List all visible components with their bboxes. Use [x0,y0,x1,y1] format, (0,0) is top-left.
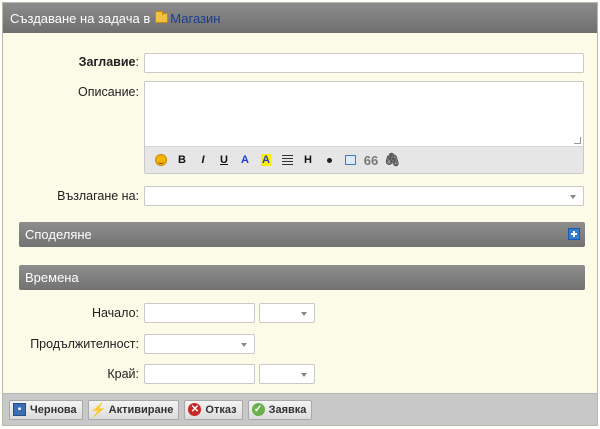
attach-button[interactable]: 🖇 [382,150,402,170]
title-input[interactable] [144,53,584,73]
align-icon [281,155,293,165]
bullet-button[interactable] [319,150,339,170]
heading-button[interactable]: H [298,150,318,170]
align-button[interactable] [277,150,297,170]
end-label: Край: [107,367,139,381]
highlight-glyph: A [261,154,271,166]
chevron-down-icon [301,312,307,316]
request-button-label: Заявка [268,403,307,416]
cancel-button[interactable]: ✕ Отказ [184,399,243,420]
create-task-dialog: Създаване на задача в Магазин Заглавие: … [2,2,598,426]
editor-toolbar: B I U A A H 66 🖇 [145,146,583,173]
floppy-icon: ▪ [13,403,26,416]
start-time-select[interactable] [259,303,315,323]
cancel-button-label: Отказ [205,403,237,416]
end-date-input[interactable] [144,364,255,384]
activate-button[interactable]: ⚡ Активиране [87,399,180,420]
description-textarea[interactable] [145,82,583,146]
times-section-title: Времена [25,270,79,285]
times-section-header: Времена [19,265,585,290]
smiley-icon [155,154,167,166]
expand-icon[interactable] [568,228,580,240]
project-link[interactable]: Магазин [170,11,220,26]
duration-label: Продължителност: [30,337,139,351]
cancel-icon: ✕ [188,403,202,416]
description-editor: B I U A A H 66 🖇 [144,81,584,174]
italic-button[interactable]: I [193,150,213,170]
duration-select[interactable] [144,334,255,354]
request-button[interactable]: ✓ Заявка [247,399,313,420]
sharing-section-header[interactable]: Споделяне [19,222,585,247]
start-date-input[interactable] [144,303,255,323]
folder-icon [155,11,169,23]
check-icon: ✓ [251,403,265,416]
dialog-footer: ▪ Чернова ⚡ Активиране ✕ Отказ ✓ Заявка [3,393,597,425]
emoji-button[interactable] [151,150,171,170]
assign-label: Възлагане на: [57,189,139,203]
start-label: Начало: [91,306,139,320]
dialog-title: Създаване на задача в [10,10,151,26]
chevron-down-icon [241,343,247,347]
code-block-button[interactable] [340,150,360,170]
underline-button[interactable]: U [214,150,234,170]
activate-button-label: Активиране [108,403,174,416]
draft-button[interactable]: ▪ Чернова [9,399,83,420]
draft-button-label: Чернова [30,403,77,416]
end-time-select[interactable] [259,364,315,384]
text-color-button[interactable]: A [235,150,255,170]
highlight-button[interactable]: A [256,150,276,170]
assign-select[interactable] [144,186,584,206]
title-label: Заглавие: [78,55,139,69]
description-label: Описание: [78,85,139,99]
lightning-icon: ⚡ [90,401,107,417]
dialog-titlebar: Създаване на задача в Магазин [3,3,597,33]
quote-button[interactable]: 66 [361,150,381,170]
bold-button[interactable]: B [172,150,192,170]
chevron-down-icon [570,195,576,199]
chevron-down-icon [301,373,307,377]
resize-handle[interactable] [574,137,581,144]
bullet-icon [326,157,332,163]
sharing-section-title: Споделяне [25,227,92,242]
code-block-icon [344,155,356,165]
